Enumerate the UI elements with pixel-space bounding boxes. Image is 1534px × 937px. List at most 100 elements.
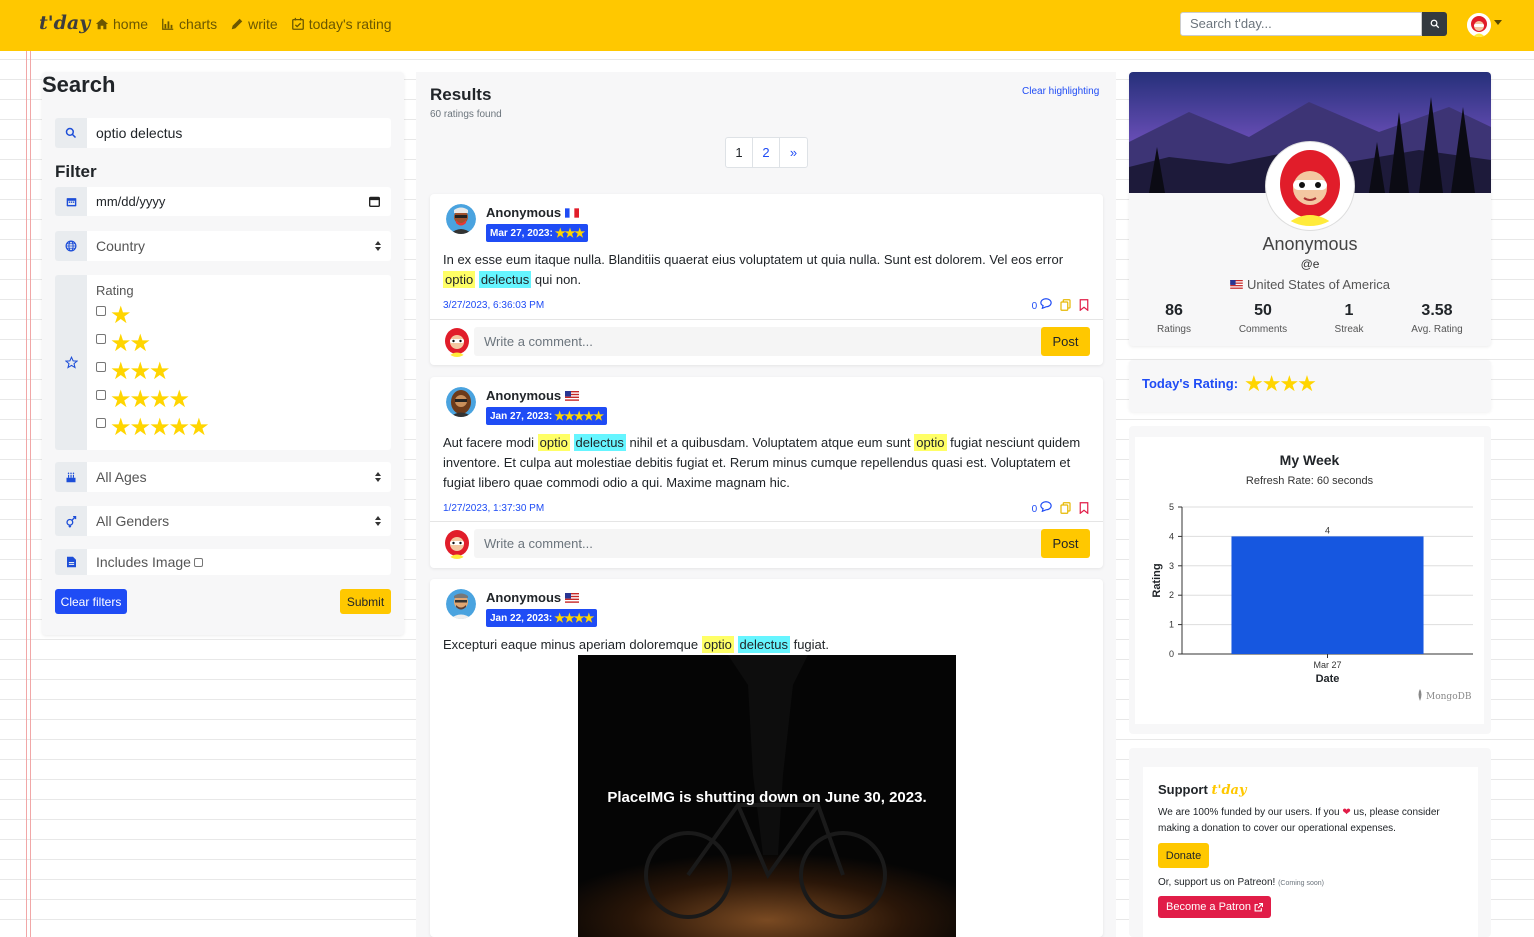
rating-option-5[interactable]: ★★★★★ bbox=[96, 414, 210, 442]
profile-country: United States of America bbox=[1129, 277, 1491, 292]
rating-stars: ★★★★ bbox=[110, 386, 190, 413]
author-name[interactable]: Anonymous bbox=[486, 205, 580, 220]
search-icon bbox=[1430, 19, 1439, 29]
avatar-image bbox=[446, 387, 476, 417]
nav-write-label: write bbox=[248, 16, 278, 32]
rating-checkbox[interactable] bbox=[96, 334, 106, 344]
author-avatar[interactable] bbox=[446, 204, 476, 234]
author-name[interactable]: Anonymous bbox=[486, 590, 580, 605]
comment-input[interactable]: Write a comment... bbox=[474, 529, 1042, 558]
nav-todays-rating[interactable]: today's rating bbox=[291, 16, 392, 32]
mongodb-leaf-icon bbox=[1418, 689, 1422, 701]
author-avatar[interactable] bbox=[446, 589, 476, 619]
post-comment-button[interactable]: Post bbox=[1041, 327, 1090, 356]
brand-logo[interactable]: t'day bbox=[39, 12, 90, 34]
stat-streak: 1 Streak bbox=[1304, 302, 1394, 335]
file-image-icon bbox=[55, 549, 87, 575]
rating-checkbox[interactable] bbox=[96, 418, 106, 428]
clear-highlighting-link[interactable]: Clear highlighting bbox=[1022, 86, 1099, 97]
become-patron-button[interactable]: Become a Patron bbox=[1158, 896, 1271, 918]
rating-badge-stars: ★★★ bbox=[554, 226, 585, 240]
user-menu-caret[interactable] bbox=[1494, 20, 1502, 25]
y-tick-label: 5 bbox=[1169, 502, 1174, 512]
gender-select[interactable]: All Genders bbox=[87, 506, 391, 536]
rating-option-2[interactable]: ★★ bbox=[96, 330, 151, 358]
search-query-group: optio delectus bbox=[55, 118, 391, 148]
page-next[interactable]: » bbox=[780, 138, 807, 167]
rating-option-1[interactable]: ★ bbox=[96, 302, 131, 330]
copy-icon[interactable] bbox=[1060, 502, 1071, 514]
y-tick-label: 4 bbox=[1169, 531, 1174, 541]
avatar-image bbox=[446, 589, 476, 619]
my-week-bar-chart: 0 1 2 3 4 5 4 Mar 27 Date Rating MongoDB bbox=[1151, 502, 1473, 702]
rating-option-4[interactable]: ★★★★ bbox=[96, 386, 190, 414]
rating-text: Aut facere modi optio delectus nihil et … bbox=[443, 433, 1083, 493]
copy-icon[interactable] bbox=[1060, 299, 1071, 311]
age-filter-group: All Ages bbox=[55, 462, 391, 492]
submit-button[interactable]: Submit bbox=[340, 589, 391, 614]
calendar-icon bbox=[55, 187, 87, 216]
search-query-input[interactable]: optio delectus bbox=[87, 118, 391, 148]
rating-checkbox[interactable] bbox=[96, 390, 106, 400]
date-placeholder: mm/dd/yyyy bbox=[96, 194, 166, 209]
clear-filters-button[interactable]: Clear filters bbox=[55, 589, 127, 614]
profile-card: Anonymous @e United States of America 86… bbox=[1129, 72, 1491, 346]
includes-image-checkbox[interactable] bbox=[193, 557, 203, 567]
bookmark-icon[interactable] bbox=[1079, 299, 1089, 311]
highlight-term: optio bbox=[914, 434, 947, 451]
age-select[interactable]: All Ages bbox=[87, 462, 391, 492]
text-segment: nihil et a quibusdam. Voluptatem atque e… bbox=[629, 435, 911, 450]
gender-icon bbox=[55, 506, 87, 536]
rating-timestamp[interactable]: 3/27/2023, 6:36:03 PM bbox=[443, 300, 544, 311]
nav-home[interactable]: home bbox=[95, 16, 148, 32]
current-user-avatar bbox=[444, 529, 470, 559]
highlight-term: optio bbox=[701, 636, 734, 653]
includes-image-toggle[interactable]: Includes Image bbox=[87, 549, 391, 575]
become-patron-label: Become a Patron bbox=[1166, 901, 1251, 913]
globe-icon bbox=[55, 231, 87, 261]
page-1[interactable]: 1 bbox=[726, 138, 753, 167]
rating-badge-date: Jan 27, 2023: bbox=[490, 410, 553, 422]
placeimg-notice: PlaceIMG is shutting down on June 30, 20… bbox=[607, 789, 927, 806]
nav-search-button[interactable] bbox=[1422, 12, 1447, 36]
post-comment-button[interactable]: Post bbox=[1041, 529, 1090, 558]
profile-avatar[interactable] bbox=[1266, 142, 1354, 230]
rating-timestamp[interactable]: 1/27/2023, 1:37:30 PM bbox=[443, 503, 544, 514]
comment-input[interactable]: Write a comment... bbox=[474, 327, 1042, 356]
patreon-text-main: Or, support us on Patreon! bbox=[1158, 877, 1276, 888]
country-select[interactable]: Country bbox=[87, 231, 391, 261]
nav-search-input[interactable]: Search t'day... bbox=[1180, 12, 1422, 36]
rating-option-3[interactable]: ★★★ bbox=[96, 358, 171, 386]
bookmark-icon[interactable] bbox=[1079, 502, 1089, 514]
comment-count-value: 0 bbox=[1031, 504, 1038, 515]
chart-icon bbox=[162, 18, 174, 30]
y-tick-label: 2 bbox=[1169, 590, 1174, 600]
age-select-value: All Ages bbox=[96, 469, 147, 485]
author-avatar[interactable] bbox=[446, 387, 476, 417]
rating-image[interactable]: PlaceIMG is shutting down on June 30, 20… bbox=[578, 655, 956, 937]
pagination: 1 2 » bbox=[725, 137, 808, 168]
nav-charts[interactable]: charts bbox=[161, 16, 217, 32]
donate-button[interactable]: Donate bbox=[1158, 843, 1209, 868]
comment-count[interactable]: 0 bbox=[1032, 298, 1052, 312]
comment-count[interactable]: 0 bbox=[1032, 501, 1052, 515]
x-axis-title: Date bbox=[1316, 673, 1340, 685]
support-title: Support t'day bbox=[1158, 782, 1247, 798]
date-filter-input[interactable]: mm/dd/yyyy bbox=[87, 187, 391, 216]
support-text: We are 100% funded by our users. If you … bbox=[1158, 805, 1468, 837]
search-panel: Search optio delectus Filter mm/dd/yyyy … bbox=[42, 72, 404, 635]
date-picker-icon[interactable] bbox=[369, 196, 380, 207]
author-name[interactable]: Anonymous bbox=[486, 388, 580, 403]
rating-checkbox[interactable] bbox=[96, 362, 106, 372]
rating-badge: Mar 27, 2023: ★★★ bbox=[486, 224, 589, 242]
user-avatar[interactable] bbox=[1467, 13, 1491, 37]
my-week-card: My Week Refresh Rate: 60 seconds 0123454… bbox=[1129, 426, 1491, 734]
page-2[interactable]: 2 bbox=[753, 138, 780, 167]
author-name-text: Anonymous bbox=[486, 388, 562, 403]
rating-stars: ★★★★★ bbox=[110, 414, 210, 441]
rating-badge-stars: ★★★★★ bbox=[554, 409, 604, 423]
todays-rating-card: Today's Rating: ★★★★ bbox=[1129, 360, 1491, 412]
nav-write[interactable]: write bbox=[230, 16, 278, 32]
profile-handle: @e bbox=[1300, 257, 1320, 271]
rating-checkbox[interactable] bbox=[96, 306, 106, 316]
